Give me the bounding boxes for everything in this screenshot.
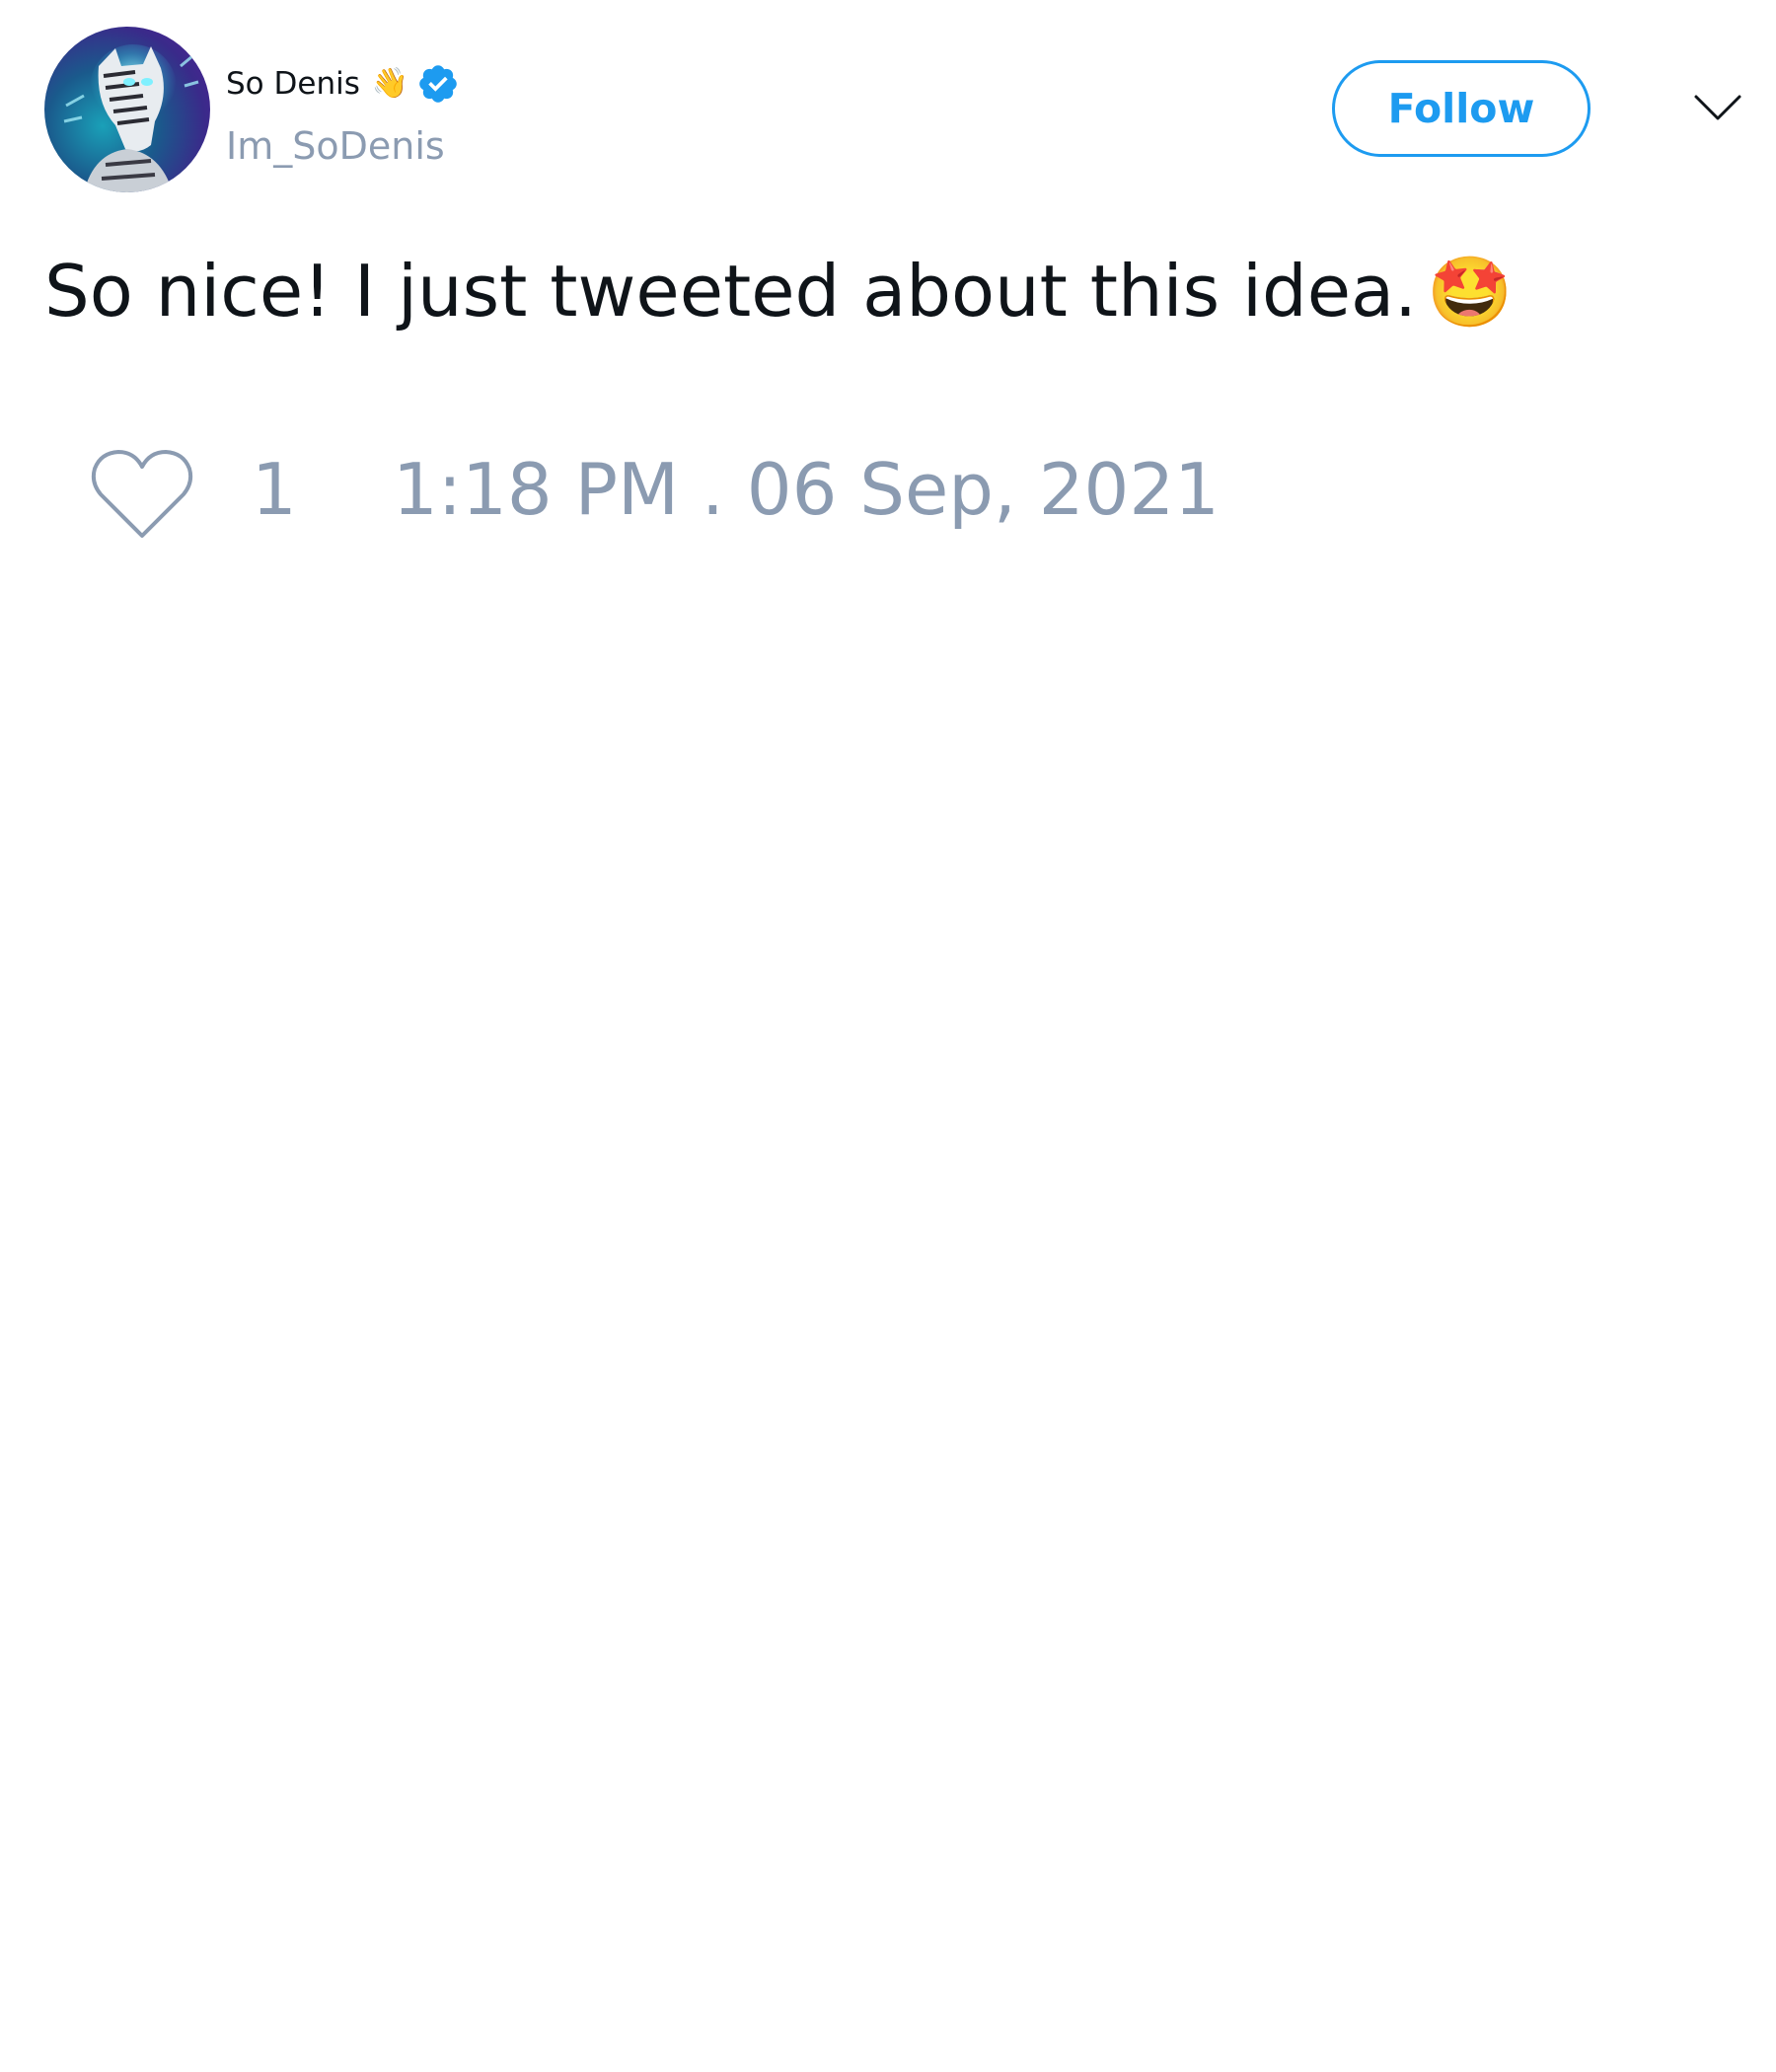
star-struck-icon: 🤩 [1427, 252, 1514, 333]
verified-badge-icon [419, 65, 458, 103]
chevron-down-icon[interactable] [1693, 93, 1742, 122]
avatar[interactable] [44, 27, 210, 192]
like-count: 1 [252, 448, 297, 531]
author-handle[interactable]: Im_SoDenis [226, 127, 445, 165]
follow-button[interactable]: Follow [1332, 60, 1591, 157]
tweet-timestamp[interactable]: 1:18 PM . 06 Sep, 2021 [393, 454, 1220, 525]
waving-hand-icon: 👋 [371, 66, 409, 101]
author-name-row: So Denis 👋 [226, 61, 460, 107]
tweet-text: So nice! I just tweeted about this idea.… [44, 249, 1513, 333]
tweet-body: So nice! I just tweeted about this idea. [44, 250, 1418, 333]
heart-icon[interactable] [89, 447, 195, 542]
zebra-avatar-icon [63, 44, 199, 192]
author-display-name[interactable]: So Denis [226, 68, 360, 100]
